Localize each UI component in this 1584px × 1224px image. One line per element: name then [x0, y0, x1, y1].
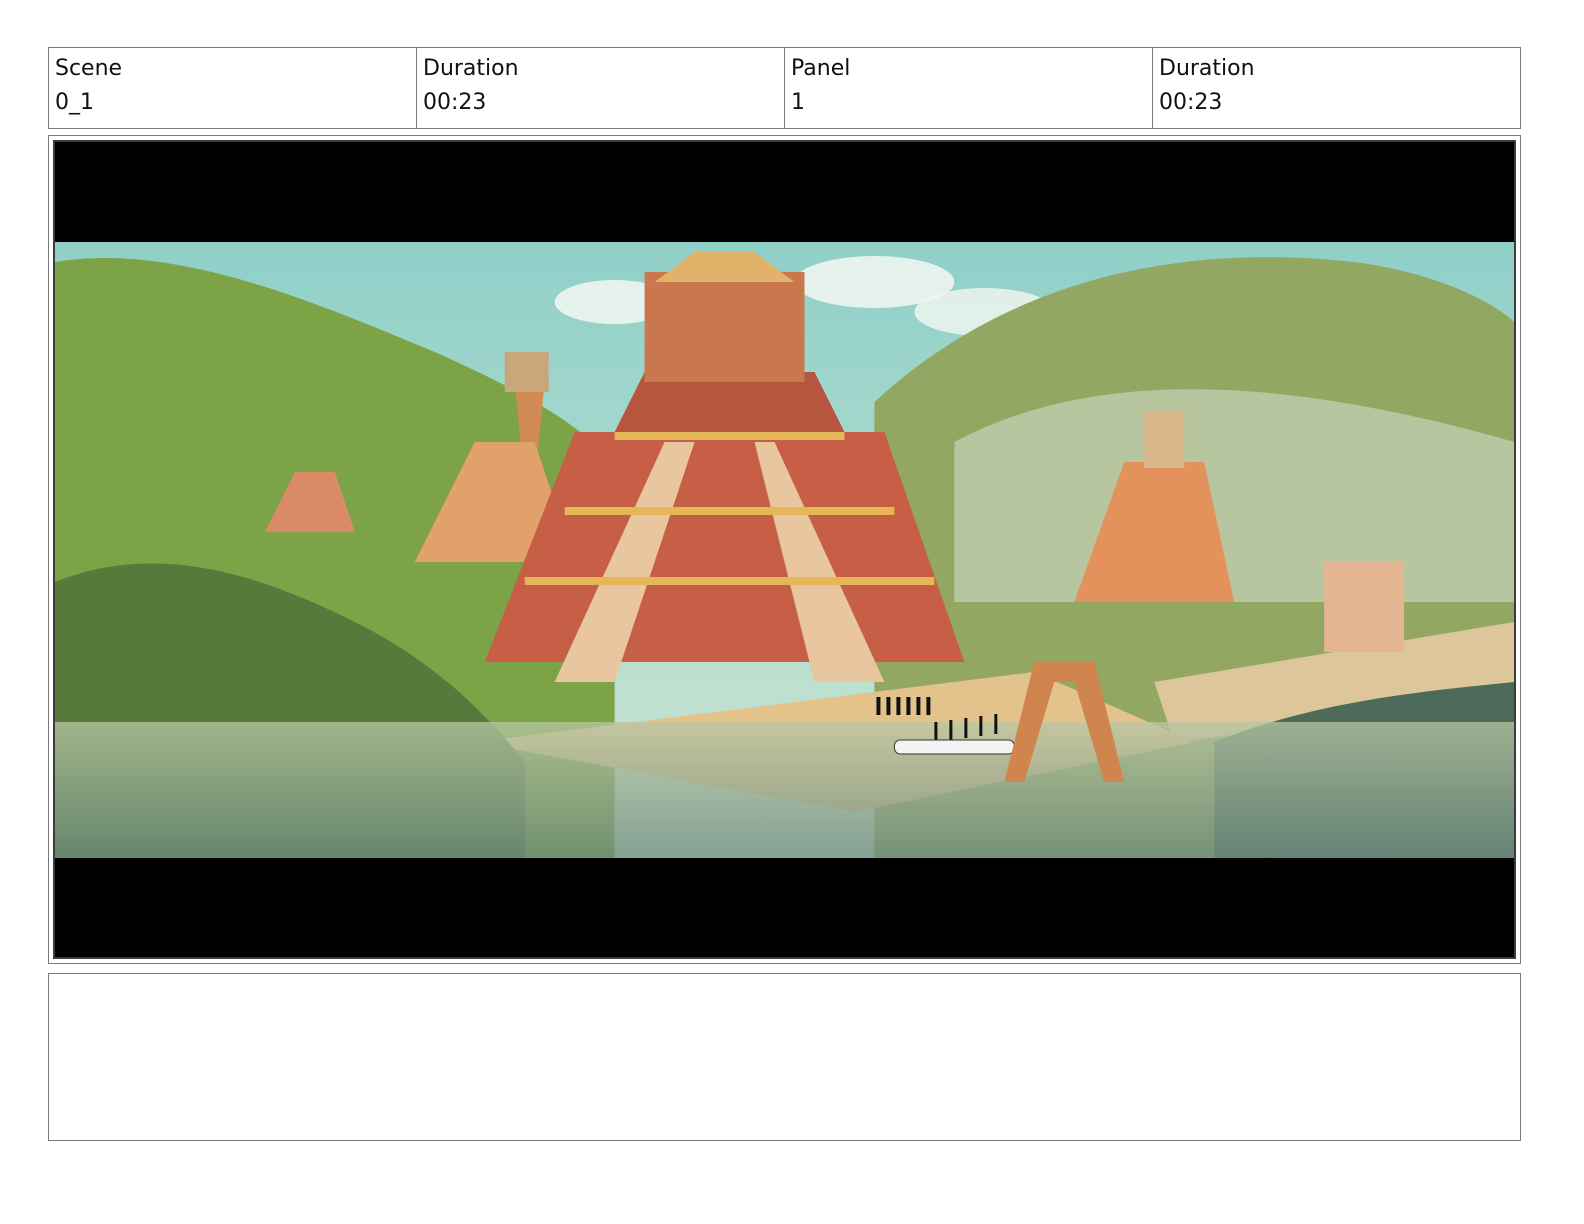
panel-duration-cell: Duration 00:23 — [1153, 48, 1520, 128]
scene-value: 0_1 — [55, 90, 94, 115]
storyboard-page: Scene 0_1 Duration 00:23 Panel 1 Duratio… — [0, 0, 1584, 1224]
panel-duration-value: 00:23 — [1159, 90, 1223, 115]
scene-info-header: Scene 0_1 Duration 00:23 Panel 1 Duratio… — [48, 47, 1521, 129]
panel-value: 1 — [791, 90, 805, 115]
building-right — [1324, 562, 1405, 652]
procession — [893, 739, 1015, 755]
panel-notes-box — [48, 973, 1521, 1141]
panel-label: Panel — [791, 56, 851, 81]
mist-bottom — [55, 722, 1514, 858]
scene-duration-cell: Duration 00:23 — [417, 48, 785, 128]
scene-duration-label: Duration — [423, 56, 519, 81]
scene-cell: Scene 0_1 — [49, 48, 417, 128]
scene-duration-value: 00:23 — [423, 90, 487, 115]
gold-trim — [564, 507, 895, 515]
temple-right-top — [1144, 412, 1185, 468]
gold-trim — [524, 577, 935, 585]
temple-left-top — [504, 352, 549, 392]
panel-image-frame — [48, 135, 1521, 964]
temple-scene-illustration — [55, 242, 1514, 858]
panel-letterbox — [53, 140, 1516, 959]
hill-right-mist — [954, 389, 1514, 602]
panel-duration-label: Duration — [1159, 56, 1255, 81]
main-temple-shrine — [644, 272, 805, 382]
panel-cell: Panel 1 — [785, 48, 1153, 128]
gold-trim — [614, 432, 845, 440]
scene-label: Scene — [55, 56, 123, 81]
